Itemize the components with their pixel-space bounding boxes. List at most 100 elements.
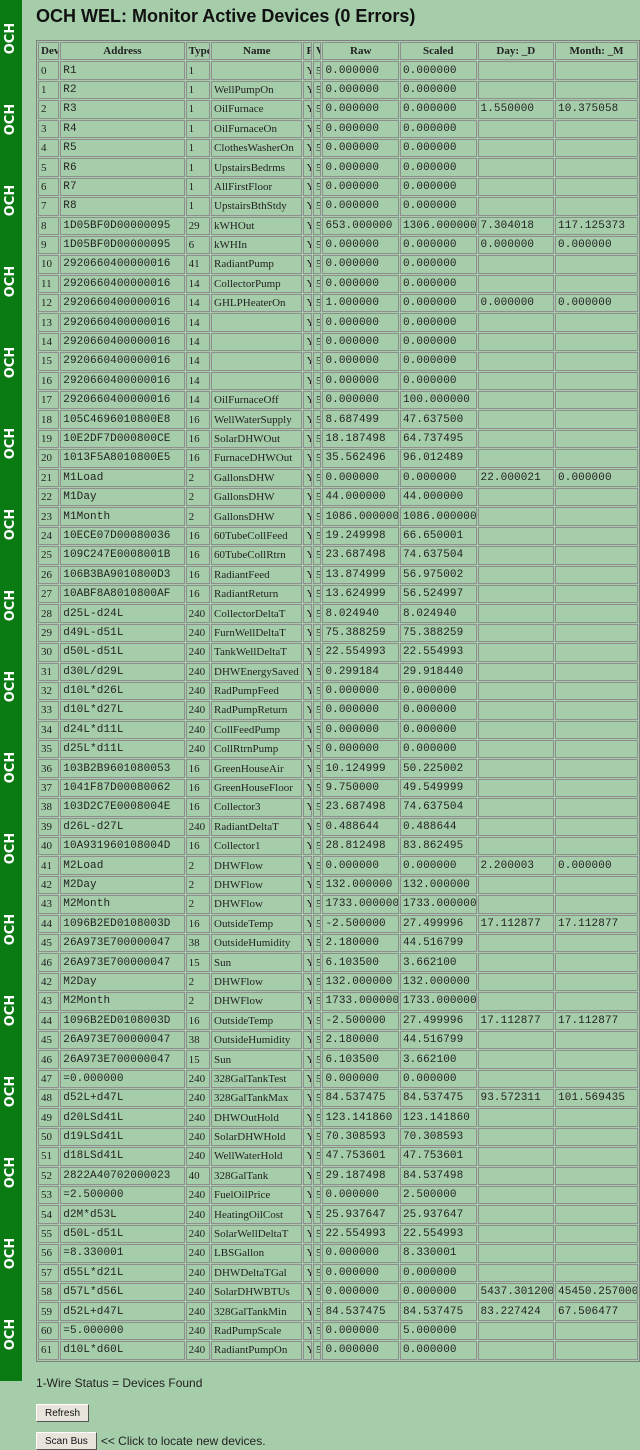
table-row: 60=5.000000240RadPumpScaleY50.0000005.00…	[38, 1321, 638, 1341]
day-cell: 17.112877	[477, 914, 555, 933]
v-cell: 5	[312, 487, 322, 507]
och-logo: OCH	[0, 828, 22, 868]
f-cell: Y	[303, 255, 312, 274]
dev-cell: 33	[38, 701, 60, 720]
f-cell: Y	[303, 1341, 312, 1360]
scan-bus-button[interactable]: Scan Bus	[36, 1432, 97, 1450]
month-cell	[555, 449, 638, 468]
address-cell: M2Month	[60, 895, 185, 914]
refresh-button[interactable]: Refresh	[36, 1404, 90, 1423]
table-row: 31d30L/d29L240DHWEnergySavedY50.29918429…	[38, 662, 638, 681]
month-cell	[555, 80, 638, 100]
och-logo-text: OCH	[3, 1318, 19, 1350]
v-cell: 5	[312, 294, 322, 313]
type-cell: 240	[185, 1321, 211, 1341]
table-row: 42M2Day2DHWFlowY5132.000000132.000000	[38, 875, 638, 895]
scaled-cell: 1733.000000	[399, 992, 477, 1011]
month-cell	[555, 604, 638, 623]
f-cell: Y	[303, 643, 312, 662]
name-cell: 328GalTank	[211, 1166, 303, 1186]
name-cell: UpstairsBedrms	[211, 158, 303, 177]
dev-cell: 17	[38, 391, 60, 410]
v-cell: 5	[312, 507, 322, 526]
v-cell: 5	[312, 1050, 322, 1069]
f-cell: Y	[303, 1244, 312, 1263]
address-cell: d20LSd41L	[60, 1108, 185, 1127]
raw-cell: 0.000000	[322, 1321, 399, 1341]
name-cell: SolarDHWHold	[211, 1127, 303, 1147]
v-cell: 5	[312, 778, 322, 798]
type-cell: 240	[185, 1069, 211, 1089]
table-row: 3R41OilFurnaceOnY50.0000000.000000	[38, 119, 638, 138]
och-logo-text: OCH	[3, 103, 19, 135]
dev-cell: 46	[38, 953, 60, 972]
table-row: 12292066040000001614GHLPHeaterOnY51.0000…	[38, 294, 638, 313]
f-cell: Y	[303, 1147, 312, 1166]
table-row: 26106B3BA9010800D316RadiantFeedY513.8749…	[38, 565, 638, 584]
address-cell: M1Load	[60, 468, 185, 487]
month-cell	[555, 953, 638, 972]
month-cell	[555, 197, 638, 216]
table-row: 4526A973E70000004738OutsideHumidityY52.1…	[38, 933, 638, 953]
scaled-cell: 22.554993	[399, 1224, 477, 1244]
v-cell: 5	[312, 1147, 322, 1166]
type-cell: 1	[185, 138, 211, 158]
month-cell	[555, 274, 638, 294]
column-header: Day: _D	[477, 42, 555, 61]
day-cell	[477, 972, 555, 992]
f-cell: Y	[303, 158, 312, 177]
scaled-cell: 3.662100	[399, 1050, 477, 1069]
day-cell	[477, 1069, 555, 1089]
v-cell: 5	[312, 1186, 322, 1205]
table-row: 43M2Month2DHWFlowY51733.0000001733.00000…	[38, 992, 638, 1011]
scaled-cell: 0.000000	[399, 740, 477, 759]
table-row: 10292066040000001641RadiantPumpY50.00000…	[38, 255, 638, 274]
och-logo: OCH	[0, 666, 22, 706]
dev-cell: 55	[38, 1224, 60, 1244]
scaled-cell: 0.000000	[399, 177, 477, 197]
name-cell: DHWFlow	[211, 972, 303, 992]
table-row: 23M1Month2GallonsDHWY51086.0000001086.00…	[38, 507, 638, 526]
type-cell: 16	[185, 526, 211, 546]
name-cell: RadiantPumpOn	[211, 1341, 303, 1360]
f-cell: Y	[303, 294, 312, 313]
column-header: Type	[185, 42, 211, 61]
scaled-cell: 44.516799	[399, 933, 477, 953]
address-cell: d19LSd41L	[60, 1127, 185, 1147]
month-cell	[555, 643, 638, 662]
dev-cell: 6	[38, 177, 60, 197]
table-row: 11292066040000001614CollectorPumpY50.000…	[38, 274, 638, 294]
day-cell	[477, 817, 555, 837]
type-cell: 2	[185, 972, 211, 992]
day-cell	[477, 410, 555, 429]
month-cell	[555, 429, 638, 449]
type-cell: 16	[185, 584, 211, 604]
address-cell: 2822A40702000023	[60, 1166, 185, 1186]
month-cell: 117.125373	[555, 216, 638, 235]
raw-cell: 653.000000	[322, 216, 399, 235]
f-cell: Y	[303, 429, 312, 449]
month-cell	[555, 1030, 638, 1050]
address-cell: 105C4696010800E8	[60, 410, 185, 429]
table-row: 33d10L*d27L240RadPumpReturnY50.0000000.0…	[38, 701, 638, 720]
f-cell: Y	[303, 701, 312, 720]
day-cell	[477, 507, 555, 526]
raw-cell: 1086.000000	[322, 507, 399, 526]
day-cell: 7.304018	[477, 216, 555, 235]
f-cell: Y	[303, 933, 312, 953]
raw-cell: 132.000000	[322, 972, 399, 992]
name-cell: GreenHouseFloor	[211, 778, 303, 798]
v-cell: 5	[312, 1089, 322, 1108]
raw-cell: 0.000000	[322, 158, 399, 177]
type-cell: 14	[185, 332, 211, 352]
name-cell: kWHOut	[211, 216, 303, 235]
f-cell: Y	[303, 584, 312, 604]
raw-cell: 0.000000	[322, 371, 399, 391]
raw-cell: 44.000000	[322, 487, 399, 507]
f-cell: Y	[303, 197, 312, 216]
month-cell	[555, 1166, 638, 1186]
scaled-cell: 100.000000	[399, 391, 477, 410]
type-cell: 240	[185, 1147, 211, 1166]
table-row: 53=2.500000240FuelOilPriceY50.0000002.50…	[38, 1186, 638, 1205]
type-cell: 40	[185, 1166, 211, 1186]
